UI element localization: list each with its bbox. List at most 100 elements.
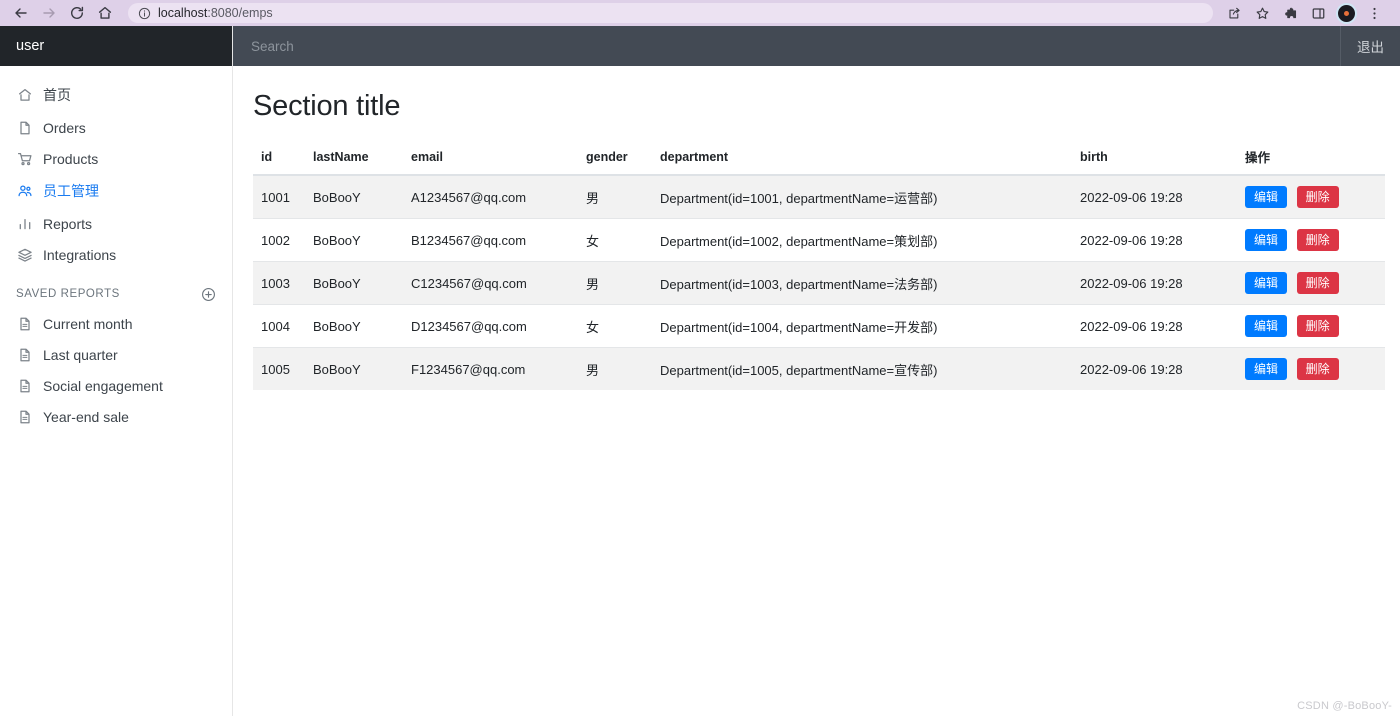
table-row: 1001 BoBooY A1234567@qq.com 男 Department… bbox=[253, 174, 1385, 219]
cell-email: A1234567@qq.com bbox=[403, 174, 578, 219]
logout-link[interactable]: 退出 bbox=[1340, 26, 1400, 66]
cell-id: 1003 bbox=[253, 261, 305, 305]
column-header-department[interactable]: department bbox=[652, 141, 1072, 176]
sidebar-item-products[interactable]: Products bbox=[0, 143, 232, 174]
cell-birth: 2022-09-06 19:28 bbox=[1072, 347, 1237, 390]
search-container bbox=[233, 26, 1340, 66]
sidebar-brand: user bbox=[0, 26, 232, 66]
profile-avatar-icon[interactable] bbox=[1333, 2, 1359, 24]
cell-lastname: BoBooY bbox=[305, 304, 403, 348]
cell-department: Department(id=1001, departmentName=运营部) bbox=[652, 174, 1072, 219]
saved-report-label: Social engagement bbox=[43, 377, 163, 394]
people-icon bbox=[16, 183, 33, 200]
saved-reports-nav: Current month Last quarter Social engage… bbox=[0, 308, 232, 432]
cell-gender: 女 bbox=[578, 218, 652, 262]
saved-report-current-month[interactable]: Current month bbox=[0, 308, 232, 339]
delete-button[interactable]: 删除 bbox=[1296, 186, 1339, 208]
column-header-lastname[interactable]: lastName bbox=[305, 141, 403, 176]
bar-chart-icon bbox=[16, 215, 33, 232]
home-icon bbox=[16, 87, 33, 104]
column-header-gender[interactable]: gender bbox=[578, 141, 652, 176]
column-header-birth[interactable]: birth bbox=[1072, 141, 1237, 176]
browser-toolbar: localhost:8080/emps bbox=[0, 0, 1400, 26]
plus-circle-icon[interactable] bbox=[200, 286, 216, 302]
file-icon bbox=[16, 315, 33, 332]
cell-birth: 2022-09-06 19:28 bbox=[1072, 218, 1237, 262]
content-area: Section title id lastName email gender d… bbox=[233, 66, 1400, 716]
delete-button[interactable]: 删除 bbox=[1296, 272, 1339, 294]
sidebar-item-reports[interactable]: Reports bbox=[0, 208, 232, 239]
sidebar-item-label: Orders bbox=[43, 119, 86, 136]
cell-gender: 男 bbox=[578, 174, 652, 219]
back-button[interactable] bbox=[8, 2, 34, 24]
address-bar[interactable]: localhost:8080/emps bbox=[128, 3, 1213, 23]
cell-birth: 2022-09-06 19:28 bbox=[1072, 174, 1237, 219]
column-header-id[interactable]: id bbox=[253, 141, 305, 176]
delete-button[interactable]: 删除 bbox=[1296, 358, 1339, 380]
cell-lastname: BoBooY bbox=[305, 218, 403, 262]
sidebar-item-label: 首页 bbox=[43, 87, 71, 103]
column-header-operations[interactable]: 操作 bbox=[1237, 141, 1385, 176]
sidebar-nav: 首页 Orders Products 员工管理 Reports Integrat… bbox=[0, 66, 232, 270]
cell-id: 1005 bbox=[253, 347, 305, 390]
saved-report-year-end-sale[interactable]: Year-end sale bbox=[0, 401, 232, 432]
reload-button[interactable] bbox=[64, 2, 90, 24]
cell-operations: 编辑 删除 bbox=[1237, 174, 1385, 219]
cell-lastname: BoBooY bbox=[305, 261, 403, 305]
layers-icon bbox=[16, 246, 33, 263]
edit-button[interactable]: 编辑 bbox=[1245, 186, 1288, 208]
sidebar-item-label: 员工管理 bbox=[43, 183, 99, 199]
delete-button[interactable]: 删除 bbox=[1296, 315, 1339, 337]
employee-table-container: id lastName email gender department birt… bbox=[253, 141, 1385, 390]
home-button[interactable] bbox=[92, 2, 118, 24]
saved-report-last-quarter[interactable]: Last quarter bbox=[0, 339, 232, 370]
delete-button[interactable]: 删除 bbox=[1296, 229, 1339, 251]
puzzle-icon[interactable] bbox=[1277, 2, 1303, 24]
cell-lastname: BoBooY bbox=[305, 174, 403, 219]
file-icon bbox=[16, 377, 33, 394]
cell-lastname: BoBooY bbox=[305, 347, 403, 390]
cell-email: B1234567@qq.com bbox=[403, 218, 578, 262]
address-bar-text: localhost:8080/emps bbox=[158, 7, 273, 20]
three-dot-menu-icon[interactable] bbox=[1361, 2, 1387, 24]
search-input[interactable] bbox=[249, 37, 1340, 55]
cell-email: F1234567@qq.com bbox=[403, 347, 578, 390]
saved-reports-header: SAVED REPORTS bbox=[0, 270, 232, 308]
file-icon bbox=[16, 346, 33, 363]
cell-id: 1004 bbox=[253, 304, 305, 348]
page-title: Section title bbox=[253, 90, 401, 122]
employee-table: id lastName email gender department birt… bbox=[253, 141, 1385, 390]
sidebar-item-home[interactable]: 首页 bbox=[0, 78, 232, 112]
app-shell: user 首页 Orders Products 员工管理 Reports Int… bbox=[0, 26, 1400, 716]
cell-operations: 编辑 删除 bbox=[1237, 347, 1385, 390]
cell-gender: 女 bbox=[578, 304, 652, 348]
forward-button[interactable] bbox=[36, 2, 62, 24]
edit-button[interactable]: 编辑 bbox=[1245, 272, 1288, 294]
saved-report-label: Last quarter bbox=[43, 346, 118, 363]
share-icon[interactable] bbox=[1221, 2, 1247, 24]
sidebar-item-integrations[interactable]: Integrations bbox=[0, 239, 232, 270]
cell-birth: 2022-09-06 19:28 bbox=[1072, 304, 1237, 348]
column-header-email[interactable]: email bbox=[403, 141, 578, 176]
watermark: CSDN @-BoBooY- bbox=[1297, 700, 1392, 712]
saved-report-social-engagement[interactable]: Social engagement bbox=[0, 370, 232, 401]
cell-gender: 男 bbox=[578, 261, 652, 305]
side-panel-icon[interactable] bbox=[1305, 2, 1331, 24]
cell-id: 1002 bbox=[253, 218, 305, 262]
edit-button[interactable]: 编辑 bbox=[1245, 229, 1288, 251]
star-icon[interactable] bbox=[1249, 2, 1275, 24]
saved-report-label: Current month bbox=[43, 315, 133, 332]
edit-button[interactable]: 编辑 bbox=[1245, 358, 1288, 380]
main-area: 退出 Section title id lastName email gende… bbox=[233, 26, 1400, 716]
sidebar-item-orders[interactable]: Orders bbox=[0, 112, 232, 143]
table-row: 1003 BoBooY C1234567@qq.com 男 Department… bbox=[253, 261, 1385, 305]
cell-department: Department(id=1002, departmentName=策划部) bbox=[652, 218, 1072, 262]
table-row: 1002 BoBooY B1234567@qq.com 女 Department… bbox=[253, 218, 1385, 262]
file-icon bbox=[16, 119, 33, 136]
cell-operations: 编辑 删除 bbox=[1237, 304, 1385, 348]
sidebar-item-employee-management[interactable]: 员工管理 bbox=[0, 174, 232, 208]
cell-department: Department(id=1003, departmentName=法务部) bbox=[652, 261, 1072, 305]
table-row: 1005 BoBooY F1234567@qq.com 男 Department… bbox=[253, 347, 1385, 390]
edit-button[interactable]: 编辑 bbox=[1245, 315, 1288, 337]
cell-gender: 男 bbox=[578, 347, 652, 390]
